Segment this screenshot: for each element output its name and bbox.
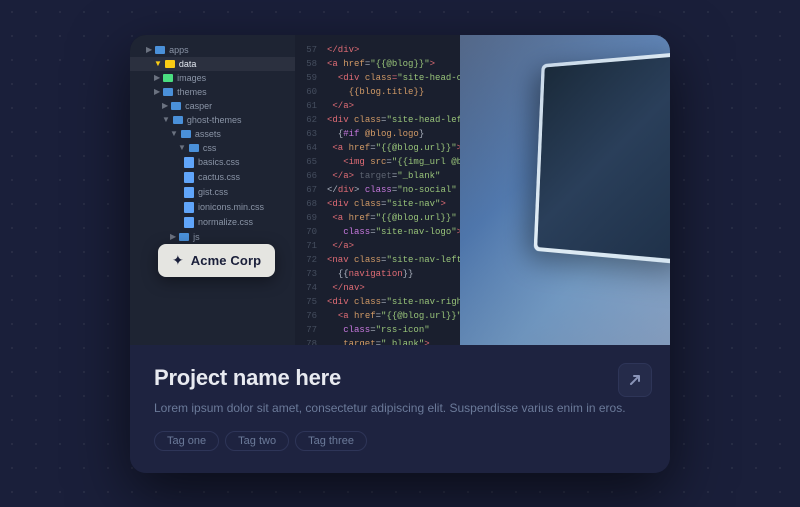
project-title: Project name here (154, 365, 646, 391)
acme-company-name: Acme Corp (191, 253, 262, 268)
code-panel: 5758596061626364656667686970717273747576… (295, 35, 460, 345)
tag-one: Tag one (154, 431, 219, 451)
line-numbers: 5758596061626364656667686970717273747576… (295, 35, 323, 345)
code-content: </div> <a href="{{@blog}}"> <div class="… (323, 35, 460, 345)
photo-panel (460, 35, 670, 345)
card-image: ▶apps ▼data ▶images ▶themes ▶casper ▼gho… (130, 35, 670, 345)
external-link-icon (628, 373, 642, 387)
card-body: Project name here Lorem ipsum dolor sit … (130, 345, 670, 473)
tag-three: Tag three (295, 431, 367, 451)
monitor-shape (534, 51, 670, 265)
acme-star-icon: ✦ (172, 252, 184, 269)
tag-list: Tag one Tag two Tag three (154, 431, 646, 451)
file-tree: ▶apps ▼data ▶images ▶themes ▶casper ▼gho… (130, 35, 295, 345)
external-link-button[interactable] (618, 363, 652, 397)
project-card: ▶apps ▼data ▶images ▶themes ▶casper ▼gho… (130, 35, 670, 473)
acme-badge: ✦ Acme Corp (158, 244, 275, 277)
code-area: ▶apps ▼data ▶images ▶themes ▶casper ▼gho… (130, 35, 670, 345)
tag-two: Tag two (225, 431, 289, 451)
project-description: Lorem ipsum dolor sit amet, consectetur … (154, 399, 646, 417)
